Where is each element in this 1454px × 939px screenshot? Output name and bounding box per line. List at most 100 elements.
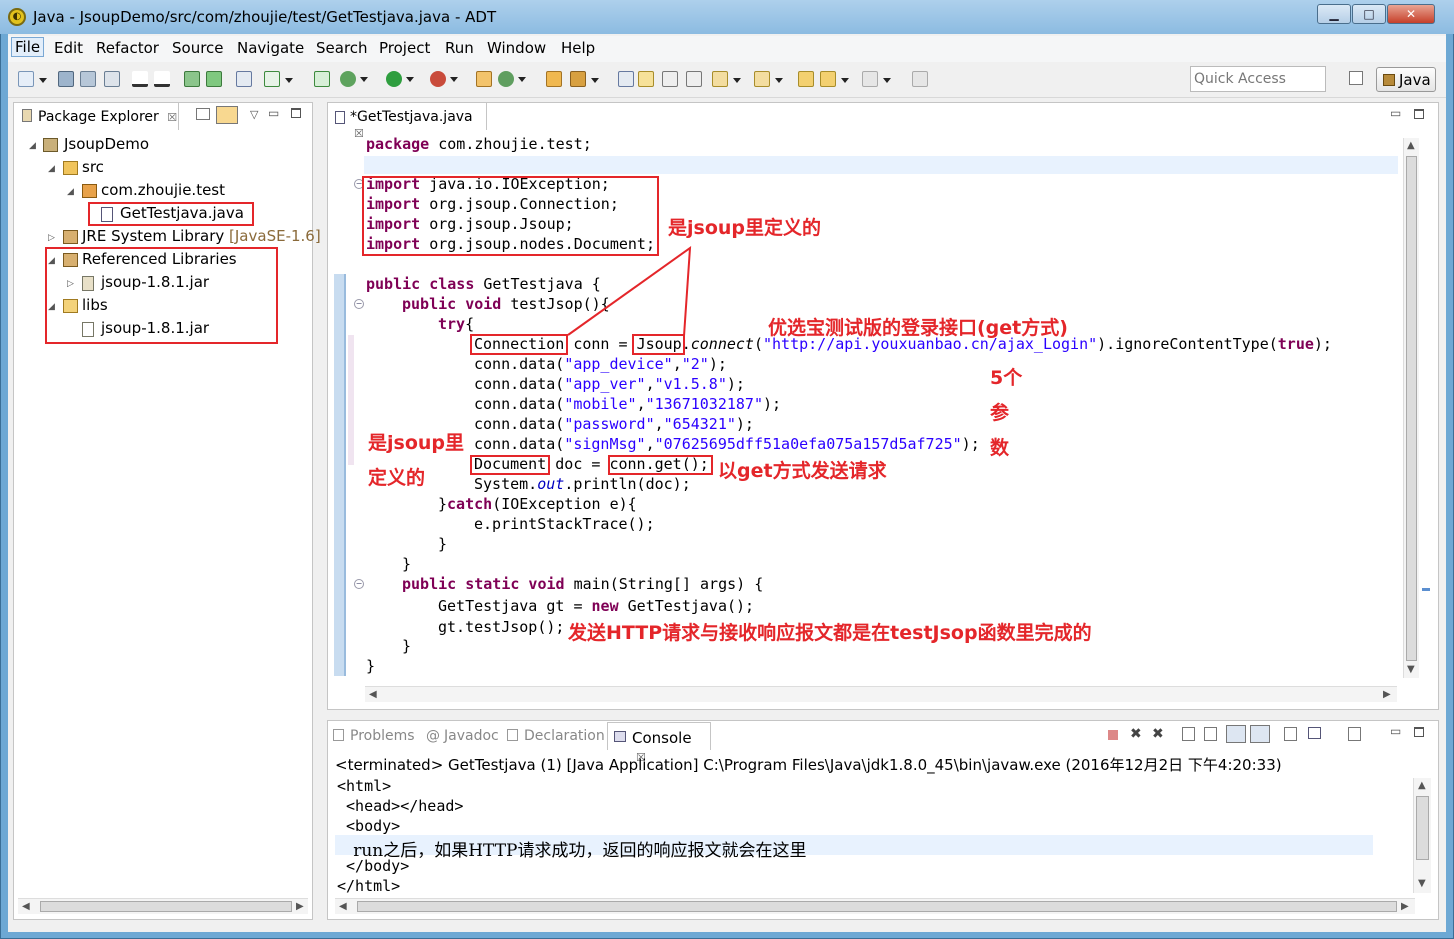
editor-vertical-scrollbar[interactable]: ▲ ▼ <box>1403 138 1419 678</box>
scroll-right-icon[interactable]: ▶ <box>1383 689 1391 700</box>
back-icon[interactable] <box>820 71 849 87</box>
collapsed-icon[interactable]: ▷ <box>48 233 55 243</box>
tab-javadoc[interactable]: @ Javadoc <box>426 728 499 744</box>
new-android-project-icon[interactable] <box>314 71 330 87</box>
show-whitespace-icon[interactable] <box>686 71 702 87</box>
toggle-markers-icon[interactable] <box>618 71 634 87</box>
scroll-up-icon[interactable]: ▲ <box>1407 140 1415 151</box>
scroll-left-icon[interactable]: ◀ <box>22 901 30 912</box>
pin-editor-icon[interactable] <box>912 71 928 87</box>
quick-access-input[interactable]: Quick Access <box>1190 66 1326 92</box>
menu-search[interactable]: Search <box>316 39 368 57</box>
expand-icon[interactable]: ◢ <box>67 187 74 197</box>
tab-package-explorer[interactable]: Package Explorer ☒ <box>13 102 179 130</box>
clear-console-icon[interactable] <box>1182 727 1195 741</box>
close-tab-icon[interactable]: ☒ <box>167 111 177 124</box>
open-perspective-icon[interactable] <box>1349 71 1363 85</box>
tab-problems[interactable]: Problems <box>333 728 415 744</box>
terminate-icon[interactable] <box>1108 730 1118 740</box>
external-tools-icon[interactable] <box>430 71 458 87</box>
lint-icon[interactable] <box>236 71 252 87</box>
search-icon[interactable] <box>570 71 599 87</box>
check-icon[interactable] <box>264 71 293 87</box>
menu-edit[interactable]: Edit <box>54 39 83 57</box>
maximize-button[interactable]: □ <box>1352 4 1386 24</box>
scroll-right-icon[interactable]: ▶ <box>1401 901 1409 912</box>
menu-help[interactable]: Help <box>561 39 595 57</box>
save-icon[interactable] <box>58 71 74 87</box>
menu-source[interactable]: Source <box>172 39 224 57</box>
scroll-left-icon[interactable]: ◀ <box>369 689 377 700</box>
maximize-view-icon[interactable] <box>291 108 301 118</box>
scroll-thumb[interactable] <box>40 901 292 912</box>
minimize-editor-icon[interactable]: ▭ <box>1390 106 1401 120</box>
menu-file[interactable]: File <box>11 37 45 57</box>
scroll-thumb[interactable] <box>1406 156 1417 661</box>
menu-navigate[interactable]: Navigate <box>237 39 304 57</box>
pin-console-icon[interactable] <box>1284 727 1297 741</box>
show-on-output-icon[interactable] <box>1250 725 1270 743</box>
collapse-all-icon[interactable] <box>196 108 210 120</box>
last-edit-icon[interactable] <box>798 71 814 87</box>
remove-launch-icon[interactable]: ✖ <box>1130 726 1142 742</box>
tab-editor-gettestjava[interactable]: *GetTestjava.java ☒ <box>327 102 487 140</box>
open-type-icon[interactable] <box>546 71 562 87</box>
fold-icon[interactable]: − <box>354 579 364 589</box>
previous-annotation-icon[interactable] <box>754 71 783 87</box>
fold-icon[interactable]: − <box>354 299 364 309</box>
tree-item-project[interactable]: JsoupDemo <box>64 135 149 153</box>
mark-occurrences-icon[interactable] <box>638 71 654 87</box>
menu-run[interactable]: Run <box>445 39 474 57</box>
package-explorer-horizontal-scrollbar[interactable]: ◀ ▶ <box>18 898 308 914</box>
view-menu-icon[interactable]: ▽ <box>250 108 258 121</box>
android-sdk-icon[interactable] <box>184 71 200 87</box>
expand-icon[interactable]: ◢ <box>29 141 36 151</box>
scroll-left-icon[interactable]: ◀ <box>339 901 347 912</box>
avd-manager-icon[interactable] <box>206 71 222 87</box>
menu-refactor[interactable]: Refactor <box>96 39 159 57</box>
link-with-editor-icon[interactable] <box>216 106 238 124</box>
new-icon[interactable] <box>18 71 47 87</box>
console-vertical-scrollbar[interactable]: ▲ ▼ <box>1413 778 1431 893</box>
java-perspective-button[interactable]: Java <box>1376 67 1436 92</box>
maximize-editor-icon[interactable] <box>1414 109 1424 119</box>
display-console-icon[interactable] <box>1308 727 1321 739</box>
tree-item-jre[interactable]: JRE System Library [JavaSE-1.6] <box>82 227 321 245</box>
export-icon[interactable] <box>132 71 148 87</box>
forward-icon[interactable] <box>862 71 891 87</box>
next-annotation-icon[interactable] <box>712 71 741 87</box>
save-all-icon[interactable] <box>80 71 96 87</box>
close-window-button[interactable]: ✕ <box>1387 4 1435 24</box>
import-icon[interactable] <box>154 71 170 87</box>
minimize-view-icon[interactable]: ▭ <box>268 106 279 120</box>
run-icon[interactable] <box>386 71 414 87</box>
scroll-thumb[interactable] <box>357 901 1397 912</box>
new-java-package-icon[interactable] <box>476 71 492 87</box>
menu-project[interactable]: Project <box>379 39 430 57</box>
tab-declaration[interactable]: Declaration <box>507 728 605 744</box>
word-wrap-icon[interactable] <box>1226 725 1246 743</box>
expand-icon[interactable]: ◢ <box>48 164 55 174</box>
menu-window[interactable]: Window <box>487 39 546 57</box>
minimize-console-icon[interactable]: ▭ <box>1390 724 1401 738</box>
scroll-thumb[interactable] <box>1416 796 1429 860</box>
scroll-down-icon[interactable]: ▼ <box>1418 878 1426 889</box>
tree-item-package[interactable]: com.zhoujie.test <box>101 181 225 199</box>
scroll-down-icon[interactable]: ▼ <box>1407 664 1415 675</box>
editor-horizontal-scrollbar[interactable]: ◀ ▶ <box>365 686 1397 702</box>
tree-item-src[interactable]: src <box>82 158 104 176</box>
console-horizontal-scrollbar[interactable]: ◀ ▶ <box>335 898 1415 914</box>
scroll-right-icon[interactable]: ▶ <box>296 901 304 912</box>
scroll-lock-icon[interactable] <box>1204 727 1217 741</box>
open-console-icon[interactable] <box>1348 727 1361 741</box>
print-icon[interactable] <box>104 71 120 87</box>
debug-icon[interactable] <box>340 71 368 87</box>
new-java-class-icon[interactable] <box>498 71 526 87</box>
close-tab-icon[interactable]: ☒ <box>354 127 364 140</box>
maximize-console-icon[interactable] <box>1414 727 1424 737</box>
tab-console[interactable]: Console ☒ <box>607 722 711 764</box>
minimize-button[interactable]: ▁ <box>1317 4 1351 24</box>
scroll-up-icon[interactable]: ▲ <box>1418 780 1426 791</box>
remove-all-icon[interactable]: ✖ <box>1152 726 1164 742</box>
block-selection-icon[interactable] <box>662 71 678 87</box>
